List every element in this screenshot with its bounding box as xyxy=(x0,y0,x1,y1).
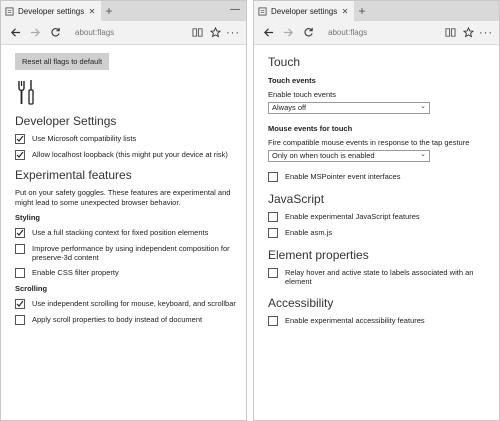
checkbox[interactable] xyxy=(15,134,25,145)
tab-title: Developer settings xyxy=(271,6,338,16)
scrolling-heading: Scrolling xyxy=(15,284,48,294)
option-experimental-js[interactable]: Enable experimental JavaScript features xyxy=(268,211,489,222)
option-label: Enable experimental accessibility featur… xyxy=(285,316,425,326)
settings-page-icon xyxy=(5,6,14,16)
checkbox[interactable] xyxy=(268,267,278,278)
address-bar: about:flags ··· xyxy=(254,21,499,45)
experimental-features-heading: Experimental features xyxy=(15,168,132,183)
checkbox[interactable] xyxy=(268,211,278,222)
refresh-icon[interactable] xyxy=(298,23,318,43)
checkbox[interactable] xyxy=(15,243,25,254)
select-value: Always off xyxy=(272,103,307,113)
option-label: Use a full stacking context for fixed po… xyxy=(32,227,209,237)
option-label: Use Microsoft compatibility lists xyxy=(32,134,137,144)
fire-mouse-label: Fire compatible mouse events in response… xyxy=(268,138,470,148)
option-accessibility[interactable]: Enable experimental accessibility featur… xyxy=(268,316,489,327)
reading-view-icon[interactable] xyxy=(188,23,206,43)
url-field[interactable]: about:flags xyxy=(65,28,188,37)
tab-developer-settings[interactable]: Developer settings ✕ xyxy=(254,1,354,21)
checkbox[interactable] xyxy=(15,227,25,238)
checkbox[interactable] xyxy=(268,227,278,238)
tab-developer-settings[interactable]: Developer settings ✕ xyxy=(1,1,101,21)
option-scroll-properties-body[interactable]: Apply scroll properties to body instead … xyxy=(15,314,236,325)
option-label: Enable MSPointer event interfaces xyxy=(285,171,401,181)
checkbox[interactable] xyxy=(15,314,25,325)
checkbox[interactable] xyxy=(15,150,25,161)
option-label: Enable asm.js xyxy=(285,227,333,237)
reset-flags-button[interactable]: Reset all flags to default xyxy=(15,53,110,70)
star-icon[interactable] xyxy=(459,23,477,43)
settings-page-icon xyxy=(258,6,267,16)
enable-touch-select[interactable]: Always off ⌄ xyxy=(268,101,430,114)
arrow-left-icon[interactable] xyxy=(258,23,278,43)
option-localhost-loopback[interactable]: Allow localhost loopback (this might put… xyxy=(15,150,236,161)
browser-window-left: Developer settings ✕ + — about:flags ···… xyxy=(0,0,247,421)
arrow-right-icon[interactable] xyxy=(278,23,298,43)
option-css-filter[interactable]: Enable CSS filter property xyxy=(15,268,236,279)
option-mspointer[interactable]: Enable MSPointer event interfaces xyxy=(268,171,489,182)
checkbox[interactable] xyxy=(268,316,278,327)
select-value: Only on when touch is enabled xyxy=(272,150,375,160)
star-icon[interactable] xyxy=(206,23,224,43)
tab-strip: Developer settings ✕ + — xyxy=(1,1,246,21)
flags-page-right: Touch Touch events Enable touch events A… xyxy=(254,45,499,327)
tab-title: Developer settings xyxy=(18,6,85,16)
option-asmjs[interactable]: Enable asm.js xyxy=(268,227,489,238)
option-relay-hover[interactable]: Relay hover and active state to labels a… xyxy=(268,267,489,287)
option-label: Enable experimental JavaScript features xyxy=(285,211,420,221)
close-tab-icon[interactable]: ✕ xyxy=(87,7,97,16)
styling-heading: Styling xyxy=(15,213,41,223)
chevron-down-icon: ⌄ xyxy=(420,103,426,111)
checkbox[interactable] xyxy=(15,268,25,279)
minimize-window-button[interactable]: — xyxy=(230,4,240,15)
option-microsoft-compat-lists[interactable]: Use Microsoft compatibility lists xyxy=(15,134,236,145)
option-label: Improve performance by using independent… xyxy=(32,243,230,262)
option-independent-scrolling[interactable]: Use independent scrolling for mouse, key… xyxy=(15,298,236,309)
address-bar: about:flags ··· xyxy=(1,21,246,45)
element-properties-heading: Element properties xyxy=(268,247,369,262)
tab-strip: Developer settings ✕ + xyxy=(254,1,499,21)
option-label: Relay hover and active state to labels a… xyxy=(285,267,474,286)
checkbox[interactable] xyxy=(15,298,25,309)
option-preserve-3d[interactable]: Improve performance by using independent… xyxy=(15,243,236,263)
more-icon[interactable]: ··· xyxy=(477,27,495,39)
enable-touch-label: Enable touch events xyxy=(268,90,336,100)
accessibility-heading: Accessibility xyxy=(268,296,334,311)
new-tab-button[interactable]: + xyxy=(101,1,117,21)
developer-settings-heading: Developer Settings xyxy=(15,114,117,129)
option-label: Apply scroll properties to body instead … xyxy=(32,314,203,324)
refresh-icon[interactable] xyxy=(45,23,65,43)
reading-view-icon[interactable] xyxy=(441,23,459,43)
fire-mouse-select[interactable]: Only on when touch is enabled ⌄ xyxy=(268,149,430,162)
url-field[interactable]: about:flags xyxy=(318,28,441,37)
option-stacking-context[interactable]: Use a full stacking context for fixed po… xyxy=(15,227,236,238)
option-label: Use independent scrolling for mouse, key… xyxy=(32,298,236,308)
mouse-events-heading: Mouse events for touch xyxy=(268,123,353,133)
browser-window-right: Developer settings ✕ + about:flags ··· T… xyxy=(253,0,500,421)
option-label: Enable CSS filter property xyxy=(32,268,119,278)
close-tab-icon[interactable]: ✕ xyxy=(340,7,350,16)
option-label: Allow localhost loopback (this might put… xyxy=(32,150,228,160)
arrow-right-icon[interactable] xyxy=(25,23,45,43)
new-tab-button[interactable]: + xyxy=(354,1,370,21)
arrow-left-icon[interactable] xyxy=(5,23,25,43)
chevron-down-icon: ⌄ xyxy=(420,151,426,159)
javascript-heading: JavaScript xyxy=(268,191,325,206)
touch-events-heading: Touch events xyxy=(268,76,316,85)
developer-tools-icon xyxy=(15,78,236,112)
experimental-description: Put on your safety goggles. These featur… xyxy=(15,188,231,207)
more-icon[interactable]: ··· xyxy=(224,27,242,39)
checkbox[interactable] xyxy=(268,171,278,182)
touch-heading: Touch xyxy=(268,55,301,69)
flags-page-left: Reset all flags to default Developer Set… xyxy=(1,45,246,325)
